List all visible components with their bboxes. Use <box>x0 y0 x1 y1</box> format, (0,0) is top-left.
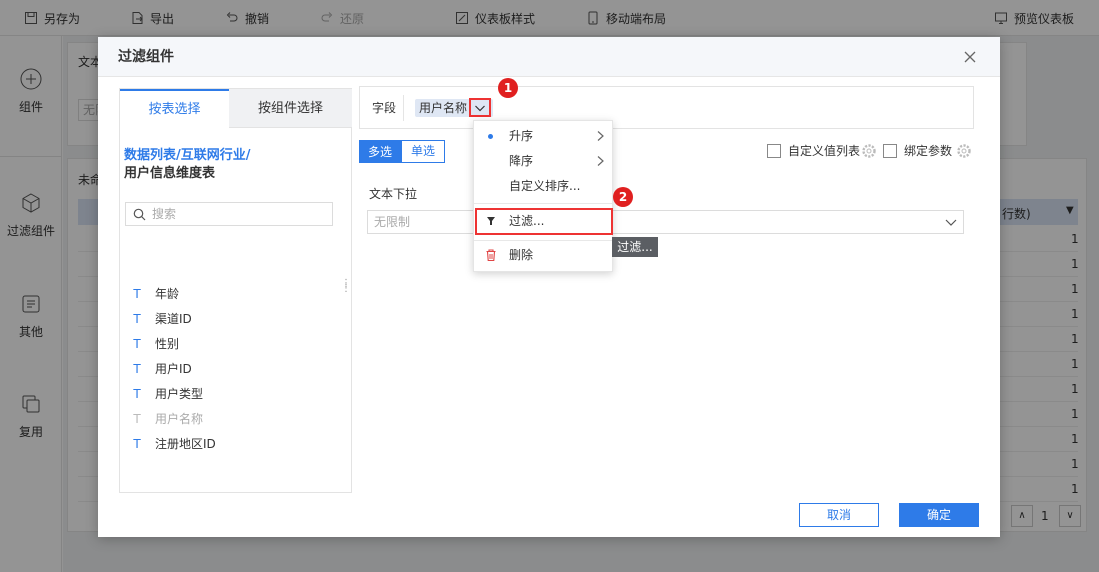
dialog-title: 过滤组件 <box>118 49 174 65</box>
chevron-right-icon <box>597 131 604 141</box>
text-type-icon: T <box>133 437 141 451</box>
field-item-label: 用户类型 <box>155 387 204 401</box>
text-type-icon: T <box>133 362 141 376</box>
datasource-table-name: 用户信息维度表 <box>124 166 216 181</box>
field-item-label: 渠道ID <box>155 312 192 326</box>
step-badge-1: 1 <box>498 78 518 98</box>
custom-value-list-label: 自定义值列表 <box>788 144 861 158</box>
text-type-icon: T <box>133 337 141 351</box>
filter-component-dialog: 过滤组件 按表选择 按组件选择 数据列表/互联网行业/ 用户信息维度表 T年龄T… <box>98 37 1000 537</box>
field-search[interactable] <box>125 202 333 226</box>
custom-value-list-checkbox[interactable] <box>767 144 781 158</box>
field-item-label: 用户名称 <box>155 412 204 426</box>
field-dropdown-toggle[interactable] <box>469 98 491 117</box>
field-item-label: 注册地区ID <box>155 437 216 451</box>
multi-select-button[interactable]: 多选 <box>359 140 401 163</box>
datasource-path: 数据列表/互联网行业/ 用户信息维度表 <box>124 147 344 183</box>
search-input[interactable] <box>152 206 327 222</box>
field-drop-zone[interactable]: 字段 用户名称 <box>359 86 974 129</box>
preview-title: 文本下拉 <box>369 187 418 201</box>
bind-param-checkbox[interactable] <box>883 144 897 158</box>
menu-divider <box>474 240 612 241</box>
gear-icon[interactable] <box>957 144 971 158</box>
chevron-down-icon <box>475 105 485 112</box>
single-select-button[interactable]: 单选 <box>401 140 445 163</box>
menu-label-delete: 删除 <box>509 248 534 262</box>
menu-label-descending: 降序 <box>509 154 534 168</box>
preview-dropdown[interactable]: 无限制 <box>367 210 964 234</box>
tab-by-component[interactable]: 按组件选择 <box>229 89 352 128</box>
text-type-icon: T <box>133 312 141 326</box>
text-type-icon: T <box>133 287 141 301</box>
menu-label-ascending: 升序 <box>509 129 534 143</box>
dialog-header: 过滤组件 <box>98 37 1000 77</box>
datasource-path-link[interactable]: 数据列表/互联网行业/ <box>124 148 251 163</box>
menu-divider <box>474 203 612 204</box>
chevron-right-icon <box>597 156 604 166</box>
field-item[interactable]: T 用户名称 <box>131 409 203 429</box>
filter-highlight-box <box>475 208 613 235</box>
menu-label-custom-sort: 自定义排序... <box>509 179 581 193</box>
tab-by-table[interactable]: 按表选择 <box>120 89 229 128</box>
step-badge-2: 2 <box>613 187 633 207</box>
field-item[interactable]: T 性别 <box>131 334 179 354</box>
menu-item-ascending[interactable]: 升序 <box>474 124 612 148</box>
field-item-label: 用户ID <box>155 362 192 376</box>
confirm-button[interactable]: 确定 <box>899 503 979 527</box>
resize-handle-icon[interactable]: ⋮⋮ <box>341 279 351 295</box>
chevron-down-icon <box>945 219 957 226</box>
trash-icon <box>486 249 496 262</box>
field-item[interactable]: T 渠道ID <box>131 309 192 329</box>
field-context-menu: 升序 降序 自定义排序... 过滤... 删除 <box>473 120 613 272</box>
bind-param-label: 绑定参数 <box>904 144 953 158</box>
cancel-button[interactable]: 取消 <box>799 503 879 527</box>
field-item-label: 性别 <box>155 337 180 351</box>
text-type-icon: T <box>133 412 141 426</box>
field-selector-panel: 按表选择 按组件选择 数据列表/互联网行业/ 用户信息维度表 T年龄T渠道IDT… <box>119 88 352 493</box>
field-label: 字段 <box>372 101 397 115</box>
selected-dot-icon <box>488 134 493 139</box>
gear-icon[interactable] <box>862 144 876 158</box>
close-icon[interactable] <box>962 49 978 65</box>
filter-tooltip: 过滤... <box>612 237 658 257</box>
field-item[interactable]: T 注册地区ID <box>131 434 216 454</box>
menu-item-delete[interactable]: 删除 <box>474 243 612 267</box>
search-icon <box>133 208 146 221</box>
field-item[interactable]: T 年龄 <box>131 284 179 304</box>
field-item[interactable]: T 用户类型 <box>131 384 203 404</box>
preview-dropdown-value: 无限制 <box>374 215 411 229</box>
field-divider <box>403 95 404 121</box>
menu-item-custom-sort[interactable]: 自定义排序... <box>474 174 612 198</box>
text-type-icon: T <box>133 387 141 401</box>
field-item[interactable]: T 用户ID <box>131 359 192 379</box>
menu-item-descending[interactable]: 降序 <box>474 149 612 173</box>
field-item-label: 年龄 <box>155 287 180 301</box>
